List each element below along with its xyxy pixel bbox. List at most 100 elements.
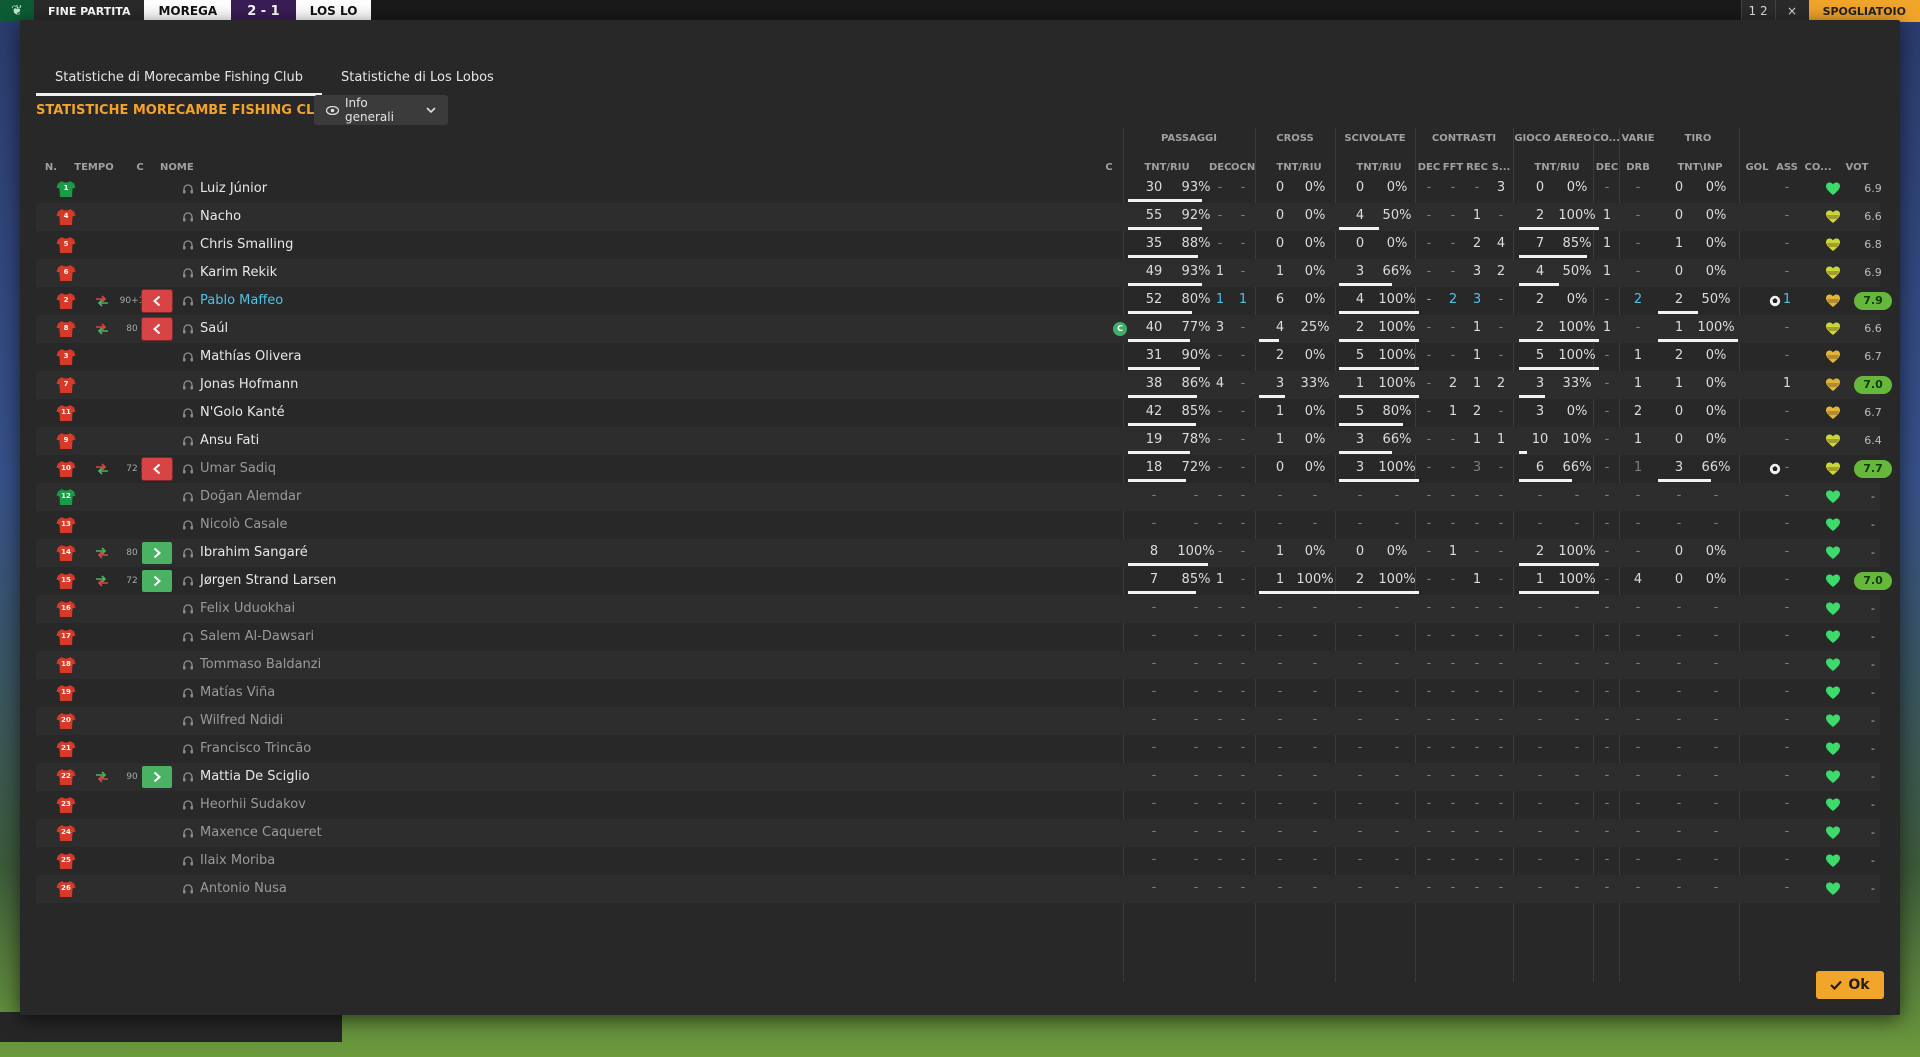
player-name[interactable]: Ibrahim Sangaré — [200, 539, 308, 567]
player-name[interactable]: Wilfred Ndidi — [200, 707, 283, 735]
column-header-ass[interactable]: ASS — [1772, 162, 1802, 173]
player-name[interactable]: Doğan Alemdar — [200, 483, 301, 511]
column-header-aereo[interactable]: TNT/RIU — [1517, 162, 1597, 173]
player-info-icon[interactable] — [182, 491, 194, 503]
column-header-pdec[interactable]: DEC — [1209, 162, 1231, 173]
player-info-icon[interactable] — [182, 323, 194, 335]
subbed-off-button[interactable] — [142, 458, 172, 480]
player-name[interactable]: Umar Sadiq — [200, 455, 276, 483]
player-info-icon[interactable] — [182, 295, 194, 307]
player-name[interactable]: Heorhii Sudakov — [200, 791, 306, 819]
column-header-drb[interactable]: DRB — [1621, 162, 1655, 173]
subbed-on-button[interactable] — [142, 766, 172, 788]
table-row[interactable]: 12 Doğan Alemdar - - - - - - - - - - - - - - - - - - - - — [36, 483, 1880, 511]
column-header-nome[interactable]: NOME — [160, 162, 220, 173]
table-row[interactable]: 18 Tommaso Baldanzi - - - - - - - - - - - - - - - - - - - - — [36, 651, 1880, 679]
subbed-off-button[interactable] — [142, 290, 172, 312]
table-row[interactable]: 2 90+1 Pablo Maffeo 52 80% 1 1 6 0% 4 100% -2 3-2 0% -… — [36, 287, 1892, 315]
player-info-icon[interactable] — [182, 183, 194, 195]
player-name[interactable]: Ansu Fati — [200, 427, 259, 455]
table-row[interactable]: 17 Salem Al-Dawsari - - - - - - - - - - - - - - - - - - - - — [36, 623, 1880, 651]
table-row[interactable]: 22 90 Mattia De Sciglio - - - - - - - - - - - - - - - - - - -… — [36, 763, 1880, 791]
column-header-vot[interactable]: VOT — [1838, 162, 1876, 173]
table-row[interactable]: 8 80 Saúl C 40 77% 3-4 25% 2 100% - -1-2 100% 1-1 100%… — [36, 315, 1882, 343]
column-header-sciv[interactable]: TNT/RIU — [1339, 162, 1419, 173]
player-info-icon[interactable] — [182, 771, 194, 783]
column-header-n[interactable]: N. — [38, 162, 64, 173]
table-row[interactable]: 15 72 Jørgen Strand Larsen 7 85% 1-1 100% 2 100%… — [36, 567, 1892, 595]
column-header-cfft[interactable]: FFT — [1441, 162, 1465, 173]
table-row[interactable]: 6 Karim Rekik 49 93% 1-1 0% 3 66% - -3 2 4 50% 1-0 0% -… — [36, 259, 1882, 287]
player-info-icon[interactable] — [182, 519, 194, 531]
player-info-icon[interactable] — [182, 351, 194, 363]
player-name[interactable]: Karim Rekik — [200, 259, 277, 287]
player-name[interactable]: Luiz Júnior — [200, 175, 267, 203]
player-name[interactable]: Jonas Hofmann — [200, 371, 298, 399]
player-name[interactable]: Mathías Olivera — [200, 343, 301, 371]
player-name[interactable]: Felix Uduokhai — [200, 595, 295, 623]
player-info-icon[interactable] — [182, 827, 194, 839]
column-header-cross[interactable]: TNT/RIU — [1259, 162, 1339, 173]
view-dropdown[interactable]: Info generali — [314, 95, 448, 125]
column-header-tempo[interactable]: TEMPO — [72, 162, 116, 173]
table-row[interactable]: 11 N'Golo Kanté 42 85% - -1 0% 5 80% -1 2-3 0% -2 0 0%… — [36, 399, 1882, 427]
player-name[interactable]: N'Golo Kanté — [200, 399, 285, 427]
column-header-co[interactable]: CO... — [1803, 162, 1833, 173]
table-row[interactable]: 14 80 Ibrahim Sangaré 8 100% - -1 0% 0 0% -1- -2 100… — [36, 539, 1880, 567]
table-row[interactable]: 9 Ansu Fati 19 78% - -1 0% 3 66% - -1 1 10 10% -1 0 0% -6… — [36, 427, 1882, 455]
player-info-icon[interactable] — [182, 575, 194, 587]
subbed-off-button[interactable] — [142, 318, 172, 340]
player-info-icon[interactable] — [182, 239, 194, 251]
column-header-tiro[interactable]: TNT\INP — [1660, 162, 1740, 173]
table-row[interactable]: 23 Heorhii Sudakov - - - - - - - - - - - - - - - - - - - - — [36, 791, 1880, 819]
table-row[interactable]: 3 Mathías Olivera 31 90% - -2 0% 5 100% - -1-5 100%… — [36, 343, 1882, 371]
column-header-pass[interactable]: TNT/RIU — [1127, 162, 1207, 173]
subbed-on-button[interactable] — [142, 542, 172, 564]
player-info-icon[interactable] — [182, 407, 194, 419]
player-info-icon[interactable] — [182, 659, 194, 671]
table-row[interactable]: 20 Wilfred Ndidi - - - - - - - - - - - - - - - - - - - - — [36, 707, 1880, 735]
player-name[interactable]: Saúl — [200, 315, 228, 343]
player-info-icon[interactable] — [182, 715, 194, 727]
player-name[interactable]: Nacho — [200, 203, 241, 231]
player-name[interactable]: Tommaso Baldanzi — [200, 651, 321, 679]
player-name[interactable]: Maxence Caqueret — [200, 819, 322, 847]
table-row[interactable]: 10 72 Umar Sadiq 18 72% - -0 0% 3 100% - -3-6 66% -1 3… — [36, 455, 1892, 483]
column-header-gol[interactable]: GOL — [1740, 162, 1774, 173]
player-info-icon[interactable] — [182, 631, 194, 643]
table-row[interactable]: 16 Felix Uduokhai - - - - - - - - - - - - - - - - - - - - — [36, 595, 1880, 623]
column-header-cs[interactable]: S... — [1489, 162, 1513, 173]
table-row[interactable]: 25 Ilaix Moriba - - - - - - - - - - - - - - - - - - - - — [36, 847, 1880, 875]
tab-home-stats[interactable]: Statistiche di Morecambe Fishing Club — [36, 44, 322, 96]
column-header-crec[interactable]: REC — [1465, 162, 1489, 173]
player-name[interactable]: Francisco Trincão — [200, 735, 311, 763]
table-row[interactable]: 21 Francisco Trincão - - - - - - - - - - - - - - - - - - - - — [36, 735, 1880, 763]
close-icon[interactable]: × — [1774, 0, 1809, 22]
player-name[interactable]: Antonio Nusa — [200, 875, 287, 903]
column-header-pocn[interactable]: OCN — [1231, 162, 1255, 173]
table-row[interactable]: 1 Luiz Júnior 30 93% - -0 0% 0 0% - - -3 0 0% - -0 0% -6.… — [36, 175, 1882, 203]
table-row[interactable]: 19 Matías Viña - - - - - - - - - - - - - - - - - - - - — [36, 679, 1880, 707]
table-row[interactable]: 26 Antonio Nusa - - - - - - - - - - - - - - - - - - - - — [36, 875, 1880, 903]
table-row[interactable]: 13 Nicolò Casale - - - - - - - - - - - - - - - - - - - - — [36, 511, 1880, 539]
player-name[interactable]: Pablo Maffeo — [200, 287, 283, 315]
player-info-icon[interactable] — [182, 267, 194, 279]
table-row[interactable]: 24 Maxence Caqueret - - - - - - - - - - - - - - - - - - - - — [36, 819, 1880, 847]
column-header-c[interactable]: C — [132, 162, 148, 173]
player-info-icon[interactable] — [182, 463, 194, 475]
player-info-icon[interactable] — [182, 799, 194, 811]
table-row[interactable]: 5 Chris Smalling 35 88% - -0 0% 0 0% - -2 4 7 85% 1-1 0… — [36, 231, 1882, 259]
player-name[interactable]: Ilaix Moriba — [200, 847, 275, 875]
player-info-icon[interactable] — [182, 547, 194, 559]
player-name[interactable]: Mattia De Sciglio — [200, 763, 310, 791]
player-name[interactable]: Jørgen Strand Larsen — [200, 567, 336, 595]
dressing-room-button[interactable]: SPOGLIATOIO — [1808, 0, 1920, 22]
player-name[interactable]: Matías Viña — [200, 679, 275, 707]
column-header-c2[interactable]: C — [1101, 162, 1117, 173]
player-info-icon[interactable] — [182, 211, 194, 223]
table-row[interactable]: 4 Nacho 55 92% - -0 0% 4 50% - -1-2 100% 1-0 0% -6.6 — [36, 203, 1882, 231]
ok-button[interactable]: Ok — [1816, 971, 1884, 999]
table-row[interactable]: 7 Jonas Hofmann 38 86% 4-3 33% 1 100% -2 1 2 3 33% -1… — [36, 371, 1892, 399]
player-info-icon[interactable] — [182, 855, 194, 867]
player-name[interactable]: Nicolò Casale — [200, 511, 288, 539]
